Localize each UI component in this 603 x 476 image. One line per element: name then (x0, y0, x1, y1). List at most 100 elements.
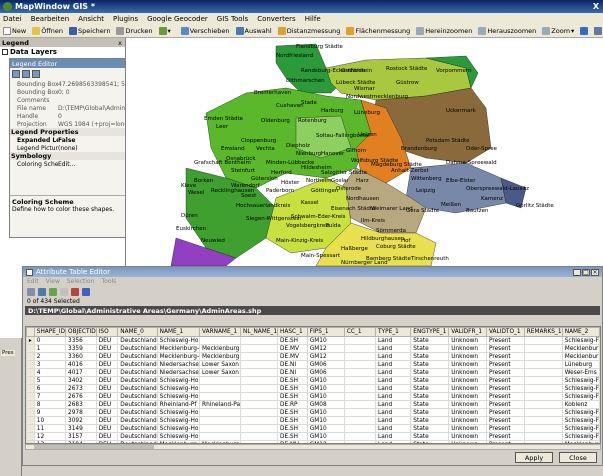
property-pages-icon[interactable] (32, 70, 40, 78)
table-cell[interactable] (523, 400, 563, 409)
table-cell[interactable]: 3359 (65, 344, 97, 353)
table-cell[interactable] (343, 408, 377, 417)
legend-close-button[interactable]: x (118, 39, 122, 47)
table-row[interactable]: 2 3360 DEU Deutschland Mecklenburg- Mecklenbu… (26, 352, 600, 361)
table-cell[interactable] (239, 336, 279, 345)
main-titlebar[interactable]: MapWindow GIS * X (0, 0, 603, 13)
table-cell[interactable]: Unknown (448, 344, 487, 353)
table-cell[interactable]: Koblenz (561, 400, 600, 409)
column-header[interactable]: NAME_1 (156, 327, 201, 337)
table-cell[interactable]: Schleswig-Ho (156, 432, 201, 441)
table-cell[interactable] (239, 360, 279, 369)
table-cell[interactable]: Lower Saxon (199, 360, 241, 369)
property-row[interactable]: Bounding Box (Min.)47.2698563398541; 55 (10, 80, 125, 88)
table-cell[interactable]: Present (485, 344, 525, 353)
table-cell[interactable]: Mecklenbur (561, 352, 600, 361)
table-cell[interactable]: Land (374, 392, 412, 401)
select-button[interactable]: Auswahl (235, 26, 273, 35)
table-cell[interactable]: Land (374, 360, 412, 369)
table-cell[interactable]: Present (485, 368, 525, 377)
table-cell[interactable]: Mecklenbur (561, 344, 600, 353)
table-cell[interactable] (523, 368, 563, 377)
print-button[interactable]: Drucken (115, 26, 153, 35)
table-cell[interactable]: DE.SH (277, 432, 308, 441)
menu-datei[interactable]: Datei (3, 15, 22, 23)
table-cell[interactable]: Mecklenburg- (156, 352, 201, 361)
legend-picture-row[interactable]: Legend Picture (none) (10, 144, 125, 152)
table-cell[interactable] (523, 352, 563, 361)
row-selector[interactable] (26, 352, 35, 361)
table-cell[interactable]: Schleswig-F (561, 416, 600, 425)
table-cell[interactable]: Deutschland (117, 336, 158, 345)
table-cell[interactable] (199, 376, 241, 385)
table-cell[interactable]: DEU (95, 416, 119, 425)
table-cell[interactable] (343, 432, 377, 441)
coloring-scheme-edit-button[interactable]: Edit... (58, 161, 125, 168)
table-cell[interactable]: State (410, 424, 450, 433)
table-cell[interactable] (523, 416, 563, 425)
table-cell[interactable]: Schleswig-F (561, 408, 600, 417)
table-cell[interactable] (343, 352, 377, 361)
table-cell[interactable]: Schleswig-Ho (156, 424, 201, 433)
table-cell[interactable]: Rheinland-Pf (156, 400, 201, 409)
table-row[interactable]: 12 3157 DEU Deutschland Schleswig-Ho DE.SH GM1… (26, 432, 600, 441)
table-cell[interactable] (239, 352, 279, 361)
table-cell[interactable]: 4 (33, 368, 67, 377)
column-header[interactable]: CC_1 (343, 327, 377, 337)
table-cell[interactable]: Unknown (448, 352, 487, 361)
table-cell[interactable] (199, 408, 241, 417)
table-cell[interactable]: State (410, 360, 450, 369)
table-cell[interactable]: Niedersachse (156, 368, 201, 377)
table-cell[interactable]: Schleswig-Ho (156, 392, 201, 401)
table-cell[interactable] (343, 360, 377, 369)
table-cell[interactable]: Unknown (448, 368, 487, 377)
table-row[interactable]: 10 3092 DEU Deutschland Schleswig-Ho DE.SH GM1… (26, 416, 600, 425)
table-cell[interactable]: DEU (95, 344, 119, 353)
table-cell[interactable]: Schleswig-F (561, 384, 600, 393)
table-cell[interactable]: 2978 (65, 408, 97, 417)
apply-button[interactable]: Apply (515, 452, 553, 463)
table-cell[interactable]: GM10 (306, 408, 345, 417)
column-header[interactable]: NAME_0 (117, 327, 158, 337)
table-cell[interactable]: 12 (33, 432, 67, 441)
menu-view[interactable]: View (46, 278, 60, 285)
table-cell[interactable]: Rhineland-Pa (199, 400, 241, 409)
table-row[interactable]: 8 2683 DEU Deutschland Rheinland-Pf Rhineland… (26, 400, 600, 409)
close-button[interactable]: × (591, 268, 599, 276)
table-cell[interactable] (199, 424, 241, 433)
row-selector[interactable] (26, 432, 35, 441)
table-cell[interactable] (343, 392, 377, 401)
table-cell[interactable]: Present (485, 392, 525, 401)
table-cell[interactable]: Unknown (448, 424, 487, 433)
table-cell[interactable]: Mecklenburg (199, 344, 241, 353)
row-selector[interactable] (26, 392, 35, 401)
column-header[interactable]: FIPS_1 (306, 327, 345, 337)
table-cell[interactable]: Present (485, 376, 525, 385)
table-cell[interactable]: 3149 (65, 424, 97, 433)
table-cell[interactable]: 3157 (65, 432, 97, 441)
window-close-button[interactable]: X (593, 2, 599, 11)
layer-visibility-checkbox[interactable] (2, 48, 8, 55)
table-cell[interactable]: State (410, 344, 450, 353)
table-cell[interactable]: DEU (95, 352, 119, 361)
table-cell[interactable]: Deutschland (117, 344, 158, 353)
menu-plugins[interactable]: Plugins (113, 15, 138, 23)
column-header[interactable]: SHAPE_ID (33, 327, 67, 337)
table-row[interactable]: 7 2676 DEU Deutschland Schleswig-Ho DE.SH GM10… (26, 392, 600, 401)
table-cell[interactable] (343, 368, 377, 377)
table-cell[interactable]: Schleswig-F (561, 336, 600, 345)
table-cell[interactable]: Mecklenburg (199, 352, 241, 361)
move-button[interactable]: Verschieben (180, 26, 231, 35)
table-cell[interactable] (239, 400, 279, 409)
table-cell[interactable]: Deutschland (117, 392, 158, 401)
table-cell[interactable]: DE.SH (277, 408, 308, 417)
table-cell[interactable] (239, 424, 279, 433)
table-cell[interactable]: State (410, 384, 450, 393)
menu-ansicht[interactable]: Ansicht (78, 15, 104, 23)
table-cell[interactable] (199, 392, 241, 401)
categorized-icon[interactable] (12, 70, 20, 78)
table-cell[interactable] (343, 336, 377, 345)
table-cell[interactable]: Schleswig-Ho (156, 376, 201, 385)
column-header[interactable]: OBJECTID (65, 327, 97, 337)
row-selector[interactable] (26, 360, 35, 369)
